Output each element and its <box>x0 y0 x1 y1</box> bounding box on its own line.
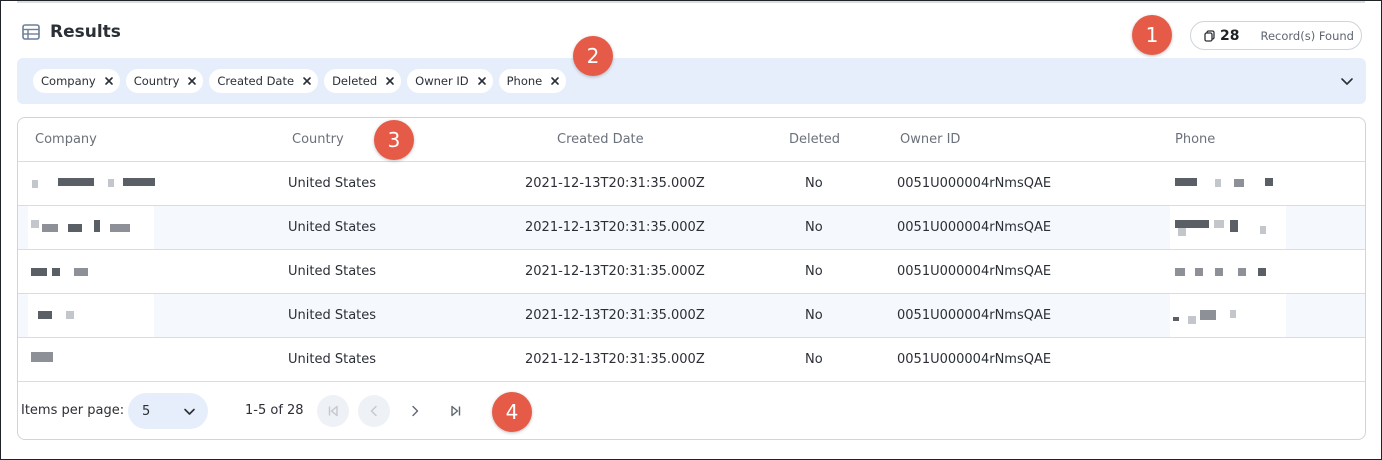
previous-page-button[interactable] <box>358 395 390 427</box>
table-row[interactable]: United States 2021-12-13T20:31:35.000Z N… <box>18 162 1365 206</box>
cell-owner-id: 0051U000004rNmsQAE <box>897 220 1052 235</box>
column-header-deleted[interactable]: Deleted <box>789 132 840 147</box>
redacted-company <box>28 294 154 337</box>
redacted-phone <box>1170 206 1286 249</box>
filter-chip-label: Country <box>133 74 180 88</box>
cell-owner-id: 0051U000004rNmsQAE <box>897 352 1052 367</box>
cell-created-date: 2021-12-13T20:31:35.000Z <box>525 220 705 235</box>
cell-country: United States <box>288 264 377 279</box>
table-header: Company Country Created Date Deleted Own… <box>18 118 1365 162</box>
next-page-button[interactable] <box>399 395 431 427</box>
filter-chip-company[interactable]: Company <box>33 69 120 93</box>
table-row[interactable]: United States 2021-12-13T20:31:35.000Z N… <box>18 250 1365 294</box>
cell-owner-id: 0051U000004rNmsQAE <box>897 308 1052 323</box>
pagination: Items per page: 5 1-5 of 28 <box>18 383 1365 439</box>
records-count: 28 <box>1220 27 1240 44</box>
items-per-page-select[interactable]: 5 <box>128 393 208 429</box>
cell-deleted: No <box>805 176 823 191</box>
close-icon[interactable] <box>104 76 114 86</box>
close-icon[interactable] <box>385 76 395 86</box>
results-header: Results <box>22 22 121 42</box>
cell-owner-id: 0051U000004rNmsQAE <box>897 176 1052 191</box>
cell-owner-id: 0051U000004rNmsQAE <box>897 264 1052 279</box>
page-title: Results <box>50 22 121 42</box>
filter-bar[interactable]: Company Country Created Date Deleted Own… <box>17 58 1366 104</box>
cell-country: United States <box>288 220 377 235</box>
column-header-phone[interactable]: Phone <box>1175 132 1215 147</box>
cell-country: United States <box>288 176 377 191</box>
chevron-right-icon <box>412 405 419 417</box>
chevron-down-icon <box>184 408 195 415</box>
chevron-left-icon <box>370 405 377 417</box>
filter-chip-label: Company <box>41 74 96 88</box>
cell-created-date: 2021-12-13T20:31:35.000Z <box>525 308 705 323</box>
copy-icon <box>1204 29 1215 42</box>
first-page-button[interactable] <box>317 395 349 427</box>
cell-created-date: 2021-12-13T20:31:35.000Z <box>525 264 705 279</box>
table-row[interactable]: United States 2021-12-13T20:31:35.000Z N… <box>18 338 1365 382</box>
cell-created-date: 2021-12-13T20:31:35.000Z <box>525 176 705 191</box>
cell-deleted: No <box>805 264 823 279</box>
filter-chip-label: Deleted <box>332 74 378 88</box>
cell-country: United States <box>288 308 377 323</box>
page-range: 1-5 of 28 <box>245 403 304 418</box>
last-page-icon <box>451 405 461 417</box>
results-table: Company Country Created Date Deleted Own… <box>17 117 1366 440</box>
cell-deleted: No <box>805 220 823 235</box>
redacted-phone <box>1170 294 1286 337</box>
last-page-button[interactable] <box>440 395 472 427</box>
redacted-company <box>28 338 154 381</box>
redacted-company <box>28 206 154 249</box>
records-found-pill: 28 Record(s) Found <box>1190 21 1362 50</box>
column-header-company[interactable]: Company <box>35 132 97 147</box>
close-icon[interactable] <box>477 76 487 86</box>
annotation-badge-2: 2 <box>573 36 613 76</box>
filter-chip-phone[interactable]: Phone <box>498 69 567 93</box>
redacted-phone <box>1170 162 1286 205</box>
redacted-phone <box>1170 250 1286 293</box>
filter-chip-label: Phone <box>506 74 543 88</box>
close-icon[interactable] <box>550 76 560 86</box>
cell-deleted: No <box>805 352 823 367</box>
filter-chip-country[interactable]: Country <box>125 69 204 93</box>
annotation-badge-3: 3 <box>374 120 414 160</box>
chevron-down-icon[interactable] <box>1340 74 1354 88</box>
table-row[interactable]: United States 2021-12-13T20:31:35.000Z N… <box>18 206 1365 250</box>
filter-chip-owner-id[interactable]: Owner ID <box>407 69 493 93</box>
table-row[interactable]: United States 2021-12-13T20:31:35.000Z N… <box>18 294 1365 338</box>
table-icon <box>22 24 40 40</box>
annotation-badge-4: 4 <box>492 392 532 432</box>
redacted-company <box>28 250 154 293</box>
filter-chip-label: Owner ID <box>415 74 469 88</box>
filter-chip-deleted[interactable]: Deleted <box>324 69 402 93</box>
cell-created-date: 2021-12-13T20:31:35.000Z <box>525 352 705 367</box>
first-page-icon <box>328 405 338 417</box>
items-per-page-label: Items per page: <box>21 403 125 418</box>
records-label: Record(s) Found <box>1260 28 1354 43</box>
close-icon[interactable] <box>187 76 197 86</box>
filter-chip-created-date[interactable]: Created Date <box>209 69 319 93</box>
column-header-created-date[interactable]: Created Date <box>557 132 644 147</box>
cell-country: United States <box>288 352 377 367</box>
column-header-country[interactable]: Country <box>292 132 344 147</box>
filter-chip-label: Created Date <box>217 74 295 88</box>
top-divider <box>17 1 1365 3</box>
column-header-owner-id[interactable]: Owner ID <box>900 132 960 147</box>
items-per-page-value: 5 <box>142 403 151 419</box>
cell-deleted: No <box>805 308 823 323</box>
redacted-company <box>28 162 156 205</box>
close-icon[interactable] <box>302 76 312 86</box>
annotation-badge-1: 1 <box>1132 15 1172 55</box>
